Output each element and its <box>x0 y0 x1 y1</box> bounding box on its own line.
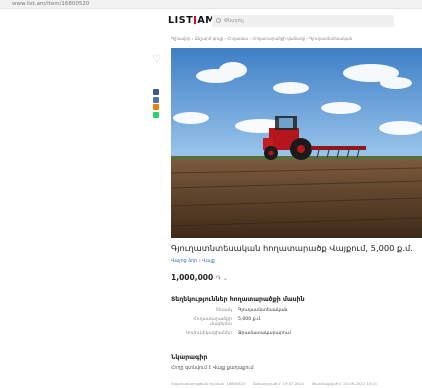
odnoklassniki-icon[interactable] <box>153 104 159 110</box>
listing-footer: Հայտարարության համար՝ 16800520 Տեղադրված… <box>171 381 383 386</box>
search-placeholder: Փնտրել <box>224 17 244 24</box>
property-row: Տեսակ Գյուղատնտեսական <box>171 308 371 313</box>
property-key: Կոմունիկացիաներ <box>185 331 232 336</box>
facebook-icon[interactable] <box>153 89 159 95</box>
search-input[interactable]: Փնտրել <box>212 14 394 27</box>
property-key: Տեսակ <box>215 308 232 313</box>
price-value: 1,000,000 <box>171 273 214 282</box>
updated-date: Թարմացված է՝ 20.09.2022 10:01 <box>311 381 378 386</box>
whatsapp-icon[interactable] <box>153 111 159 118</box>
url-text: www.list.am/item/16800520 <box>12 1 90 7</box>
listing-price[interactable]: 1,000,000 ֏ ⌄ <box>171 273 228 283</box>
properties-title: Տեղեկություններ հողատարածքի մասին <box>171 296 305 303</box>
properties-list: Տեսակ Գյուղատնտեսական Հողատարածքի մակերե… <box>171 308 371 340</box>
price-currency: ֏ <box>215 275 221 282</box>
breadcrumb[interactable]: Գլխավոր › Անշարժ գույք › Հողամաս › Հողատ… <box>171 36 421 41</box>
property-value: Գյուղատնտեսական <box>238 308 288 313</box>
browser-url-bar[interactable]: www.list.am/item/16800520 <box>0 0 422 9</box>
vk-icon[interactable] <box>153 96 159 103</box>
logo-bar-icon <box>194 16 197 24</box>
property-key: Հողատարածքի մակերես <box>193 317 232 327</box>
description-text: Հողը գտնվում է Վայք քաղաքում <box>171 366 254 371</box>
heart-icon[interactable]: ♡ <box>152 55 162 65</box>
listing-title: Գյուղատնտեսական հողատարածք Վայքում, 5,00… <box>171 243 413 253</box>
listing-photo[interactable] <box>171 48 422 238</box>
posted-date: Տեղադրված է՝ 19.07.2021 <box>252 381 305 386</box>
list-am-logo[interactable]: LIST AM <box>150 15 215 26</box>
search-icon <box>216 18 221 23</box>
logo-text-left: LIST <box>168 15 194 26</box>
property-value: Ջրամատակարարում <box>238 331 291 336</box>
property-row: Հողատարածքի մակերես 5,000 ք.մ. <box>171 317 371 327</box>
listing-location-link[interactable]: Վայոց ձոր › Վայք <box>171 259 215 264</box>
property-value: 5,000 ք.մ. <box>238 317 262 322</box>
property-row: Կոմունիկացիաներ Ջրամատակարարում <box>171 331 371 336</box>
chevron-down-icon[interactable]: ⌄ <box>223 275 228 282</box>
site-header: LIST AM Փնտրել <box>150 11 422 30</box>
ad-number: Հայտարարության համար՝ 16800520 <box>171 381 246 386</box>
description-title: Նկարագիր <box>171 354 208 361</box>
share-buttons <box>153 89 160 119</box>
